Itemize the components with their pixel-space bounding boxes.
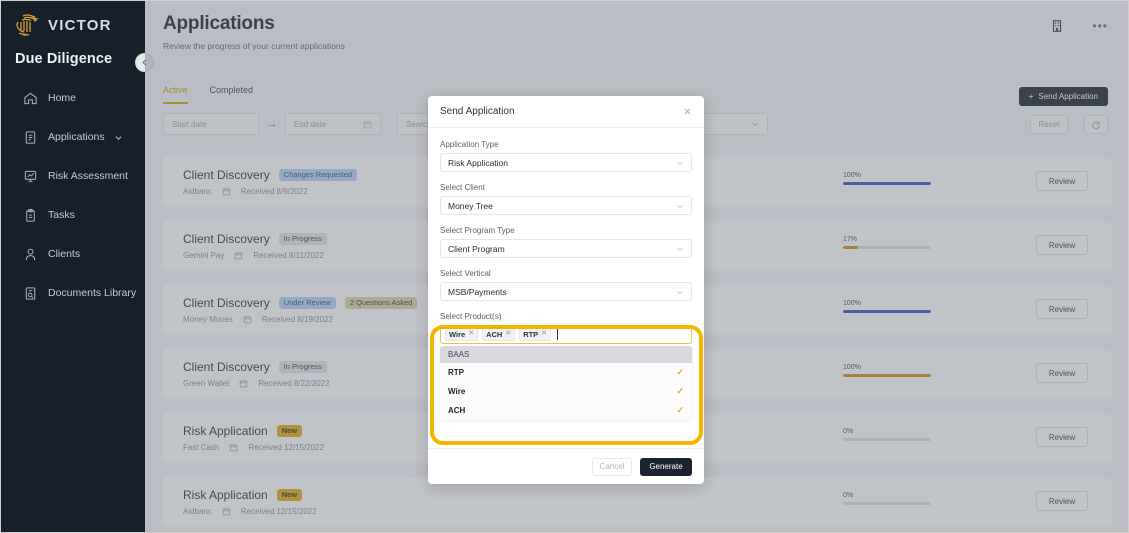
sidebar-item-label: Home — [48, 92, 77, 104]
sidebar-item-tasks[interactable]: Tasks — [1, 202, 145, 228]
check-icon: ✓ — [676, 405, 684, 415]
sidebar-nav: Home Applications Risk Assessment Tasks … — [1, 85, 145, 306]
dropdown-group-header: BAAS — [440, 346, 692, 363]
chip-remove-icon[interactable]: ✕ — [468, 330, 474, 338]
select-value: Money Tree — [448, 200, 493, 211]
dropdown-option[interactable]: ACH ✓ — [440, 401, 692, 420]
sidebar-item-label: Documents Library — [48, 287, 137, 299]
chip-label: Wire — [449, 330, 466, 339]
products-multiselect-input[interactable]: Wire ✕ ACH ✕ RTP ✕ — [440, 325, 692, 344]
dropdown-options: RTP ✓ Wire ✓ ACH ✓ — [440, 363, 692, 420]
modal-header: Send Application — [428, 96, 704, 128]
close-icon[interactable] — [683, 107, 692, 116]
generate-button[interactable]: Generate — [640, 457, 692, 476]
modal-title: Send Application — [440, 106, 515, 117]
option-label: ACH — [448, 406, 466, 415]
select-value: Client Program — [448, 243, 505, 254]
chevron-down-icon — [677, 290, 683, 294]
product-chip[interactable]: RTP ✕ — [519, 328, 552, 341]
person-icon — [25, 248, 36, 260]
sidebar-item-label: Risk Assessment — [48, 170, 128, 182]
field-label: Select Product(s) — [440, 312, 502, 321]
field-label: Select Vertical — [440, 269, 491, 278]
chevron-down-icon — [677, 161, 683, 165]
chevron-down-icon — [677, 247, 683, 251]
client-select[interactable]: Money Tree — [440, 196, 692, 215]
modal-footer: Cancel Generate — [428, 448, 704, 484]
option-label: RTP — [448, 368, 464, 377]
products-dropdown: BAAS RTP ✓ Wire ✓ ACH ✓ — [440, 346, 692, 420]
text-cursor — [557, 329, 559, 340]
sidebar-item-clients[interactable]: Clients — [1, 241, 145, 267]
chip-label: RTP — [523, 330, 539, 339]
dropdown-option[interactable]: Wire ✓ — [440, 382, 692, 401]
application-type-select[interactable]: Risk Application — [440, 153, 692, 172]
chip-label: ACH — [486, 330, 503, 339]
vertical-select[interactable]: MSB/Payments — [440, 282, 692, 301]
sidebar-item-applications[interactable]: Applications — [1, 124, 145, 150]
field-select-products: Select Product(s) Wire ✕ ACH ✕ RTP ✕ BAA… — [440, 312, 692, 420]
program-type-select[interactable]: Client Program — [440, 239, 692, 258]
brand-name: VICTOR — [48, 16, 112, 34]
product-title: Due Diligence — [15, 51, 113, 67]
sidebar-item-documents-library[interactable]: Documents Library — [1, 280, 145, 306]
field-label: Select Program Type — [440, 226, 515, 235]
field-application-type: Application Type Risk Application — [440, 140, 692, 172]
field-label: Select Client — [440, 183, 485, 192]
chevron-down-icon[interactable] — [114, 133, 123, 142]
sidebar: VICTOR Due Diligence Home Applications R… — [1, 1, 145, 532]
clipboard-icon — [26, 208, 35, 222]
brand-logo[interactable]: VICTOR — [1, 1, 145, 37]
document-search-icon — [25, 286, 36, 300]
sidebar-item-risk-assessment[interactable]: Risk Assessment — [1, 163, 145, 189]
sidebar-item-label: Clients — [48, 248, 81, 260]
victor-eagle-logo-icon — [16, 14, 39, 36]
option-label: Wire — [448, 387, 466, 396]
modal-body: Application Type Risk Application Select… — [428, 128, 704, 420]
check-icon: ✓ — [676, 386, 684, 396]
presentation-chart-icon — [24, 170, 37, 182]
check-icon: ✓ — [676, 367, 684, 377]
chip-remove-icon[interactable]: ✕ — [541, 330, 547, 338]
application-window: VICTOR Due Diligence Home Applications R… — [0, 0, 1129, 533]
sidebar-item-home[interactable]: Home — [1, 85, 145, 111]
product-chip[interactable]: ACH ✕ — [482, 328, 516, 341]
select-value: Risk Application — [448, 157, 509, 168]
field-select-program-type: Select Program Type Client Program — [440, 226, 692, 258]
send-application-modal: Send Application Application Type Risk A… — [428, 96, 704, 484]
sidebar-item-label: Tasks — [48, 209, 75, 221]
field-select-client: Select Client Money Tree — [440, 183, 692, 215]
home-icon — [24, 92, 37, 104]
sidebar-item-label: Applications — [48, 131, 105, 143]
chevron-down-icon — [677, 204, 683, 208]
document-icon — [25, 130, 36, 144]
select-value: MSB/Payments — [448, 286, 507, 297]
cancel-button[interactable]: Cancel — [592, 457, 632, 476]
product-chip[interactable]: Wire ✕ — [445, 328, 479, 341]
chip-remove-icon[interactable]: ✕ — [505, 330, 511, 338]
field-select-vertical: Select Vertical MSB/Payments — [440, 269, 692, 301]
dropdown-option[interactable]: RTP ✓ — [440, 363, 692, 382]
field-label: Application Type — [440, 140, 499, 149]
